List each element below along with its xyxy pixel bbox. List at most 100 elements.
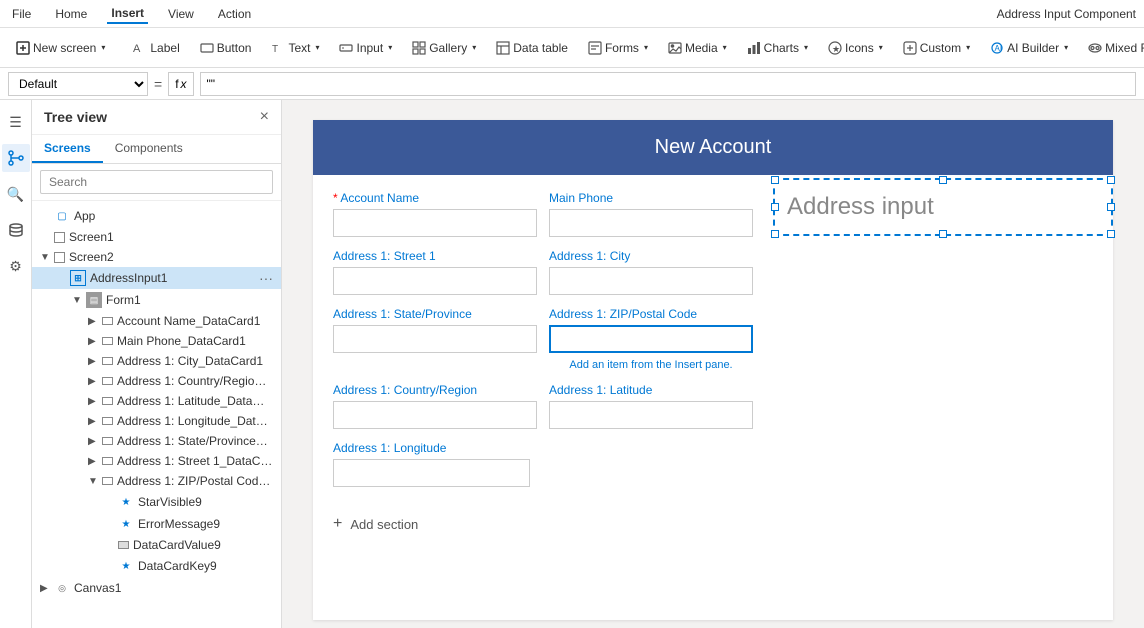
charts-button[interactable]: Charts ▾ — [739, 37, 816, 59]
menu-insert[interactable]: Insert — [107, 4, 148, 24]
formula-bar: Default = fx — [0, 68, 1144, 100]
input-city[interactable] — [549, 267, 753, 295]
label-main-phone: Main Phone — [549, 191, 753, 205]
tree-item-app[interactable]: ▢ App — [32, 205, 281, 227]
tab-screens[interactable]: Screens — [32, 135, 103, 163]
tree-item-datacardkey9[interactable]: ★ DataCardKey9 — [32, 555, 281, 577]
tree-item-city[interactable]: ▶ Address 1: City_DataCard1 — [32, 351, 281, 371]
formula-fx-button[interactable]: fx — [168, 72, 193, 96]
add-section-button[interactable]: + Add section — [313, 503, 1113, 545]
label-city: Address 1: City — [549, 249, 753, 263]
svg-text:★: ★ — [832, 44, 840, 54]
formula-input[interactable] — [200, 72, 1136, 96]
menu-action[interactable]: Action — [214, 5, 255, 23]
data-icon[interactable] — [2, 216, 30, 244]
handle-bl[interactable] — [771, 230, 779, 238]
menu-icon[interactable]: ☰ — [2, 108, 30, 136]
tree-item-longitude[interactable]: ▶ Address 1: Longitude_DataCard1 — [32, 411, 281, 431]
card-icon — [102, 337, 113, 345]
tree-item-state[interactable]: ▶ Address 1: State/Province_DataCard1 — [32, 431, 281, 451]
tree-item-account-name[interactable]: ▶ Account Name_DataCard1 — [32, 311, 281, 331]
settings-icon[interactable]: ⚙ — [2, 252, 30, 280]
screen2-icon — [54, 252, 65, 263]
canvas-area[interactable]: New Account Address input Account Name — [282, 100, 1144, 628]
star-icon: ★ — [118, 494, 134, 510]
new-screen-button[interactable]: New screen ▾ — [8, 37, 113, 59]
value-icon — [118, 541, 129, 549]
tree-item-latitude[interactable]: ▶ Address 1: Latitude_DataCard1 — [32, 391, 281, 411]
label-country: Address 1: Country/Region — [333, 383, 537, 397]
menu-file[interactable]: File — [8, 5, 35, 23]
sidebar-close-button[interactable]: × — [260, 108, 269, 126]
button-button[interactable]: Button — [192, 37, 260, 59]
input-latitude[interactable] — [549, 401, 753, 429]
card-icon — [102, 317, 113, 325]
formula-dropdown[interactable]: Default — [8, 72, 148, 96]
handle-br[interactable] — [1107, 230, 1115, 238]
handle-tl[interactable] — [771, 176, 779, 184]
search-icon[interactable]: 🔍 — [2, 180, 30, 208]
tree-item-zip[interactable]: ▼ Address 1: ZIP/Postal Code_DataCard — [32, 471, 281, 491]
ai-builder-button[interactable]: AI AI Builder ▾ — [982, 37, 1076, 59]
label-state: Address 1: State/Province — [333, 307, 537, 321]
text-button[interactable]: T Text ▾ — [263, 37, 327, 59]
media-button[interactable]: Media ▾ — [660, 37, 735, 59]
handle-tm[interactable] — [939, 176, 947, 184]
input-account-name[interactable] — [333, 209, 537, 237]
tree-item-main-phone[interactable]: ▶ Main Phone_DataCard1 — [32, 331, 281, 351]
tree-item-datacardvalue9[interactable]: DataCardValue9 — [32, 535, 281, 555]
sidebar-tabs: Screens Components — [32, 135, 281, 164]
add-section-icon: + — [333, 515, 342, 533]
menu-view[interactable]: View — [164, 5, 198, 23]
sidebar-header: Tree view × — [32, 100, 281, 135]
tree-icon[interactable] — [2, 144, 30, 172]
tree-item-error-message[interactable]: ★ ErrorMessage9 — [32, 513, 281, 535]
tree-item-screen1[interactable]: Screen1 — [32, 227, 281, 247]
main-layout: ☰ 🔍 ⚙ Tree view × Screens Components ▢ A… — [0, 100, 1144, 628]
search-input[interactable] — [40, 170, 273, 194]
address-input-overlay[interactable]: Address input — [773, 178, 1113, 236]
input-main-phone[interactable] — [549, 209, 753, 237]
menu-bar: File Home Insert View Action Address Inp… — [0, 0, 1144, 28]
card-icon — [102, 397, 113, 405]
icons-button[interactable]: ★ Icons ▾ — [820, 37, 891, 59]
label-latitude: Address 1: Latitude — [549, 383, 753, 397]
field-account-name: Account Name — [333, 191, 537, 237]
tree-more-button[interactable]: ··· — [259, 270, 273, 286]
handle-bm[interactable] — [939, 230, 947, 238]
custom-button[interactable]: Custom ▾ — [895, 37, 978, 59]
svg-text:AI: AI — [995, 44, 1003, 53]
forms-button[interactable]: Forms ▾ — [580, 37, 656, 59]
data-table-button[interactable]: Data table — [488, 37, 576, 59]
label-account-name: Account Name — [333, 191, 537, 205]
input-country[interactable] — [333, 401, 537, 429]
handle-ml[interactable] — [771, 203, 779, 211]
formula-equals: = — [154, 76, 162, 92]
tree-item-country[interactable]: ▶ Address 1: Country/Region_DataCar... — [32, 371, 281, 391]
mixed-reality-button[interactable]: Mixed Reality ▾ — [1080, 37, 1144, 59]
form-canvas: New Account Address input Account Name — [313, 120, 1113, 620]
label-longitude: Address 1: Longitude — [333, 441, 753, 455]
add-item-hint: Add an item from the Insert pane. — [549, 359, 753, 371]
input-button[interactable]: Input ▾ — [331, 37, 400, 59]
tree-item-star-visible[interactable]: ★ StarVisible9 — [32, 491, 281, 513]
svg-text:T: T — [272, 44, 278, 55]
tab-components[interactable]: Components — [103, 135, 195, 163]
label-button[interactable]: A Label — [125, 37, 187, 59]
card-icon — [102, 357, 113, 365]
card-icon — [102, 377, 113, 385]
input-state[interactable] — [333, 325, 537, 353]
screen1-icon — [54, 232, 65, 243]
input-street1[interactable] — [333, 267, 537, 295]
tree-item-addressinput1[interactable]: ⊞ AddressInput1 ··· — [32, 267, 281, 289]
tree-item-form1[interactable]: ▼ ▤ Form1 — [32, 289, 281, 311]
input-zip[interactable] — [549, 325, 753, 353]
tree-item-screen2[interactable]: ▼ Screen2 — [32, 247, 281, 267]
tree-item-canvas1[interactable]: ▶ ◎ Canvas1 — [32, 577, 281, 599]
tree-item-street1[interactable]: ▶ Address 1: Street 1_DataCard1 — [32, 451, 281, 471]
handle-tr[interactable] — [1107, 176, 1115, 184]
input-longitude[interactable] — [333, 459, 530, 487]
handle-mr[interactable] — [1107, 203, 1115, 211]
gallery-button[interactable]: Gallery ▾ — [404, 37, 484, 59]
menu-home[interactable]: Home — [51, 5, 91, 23]
